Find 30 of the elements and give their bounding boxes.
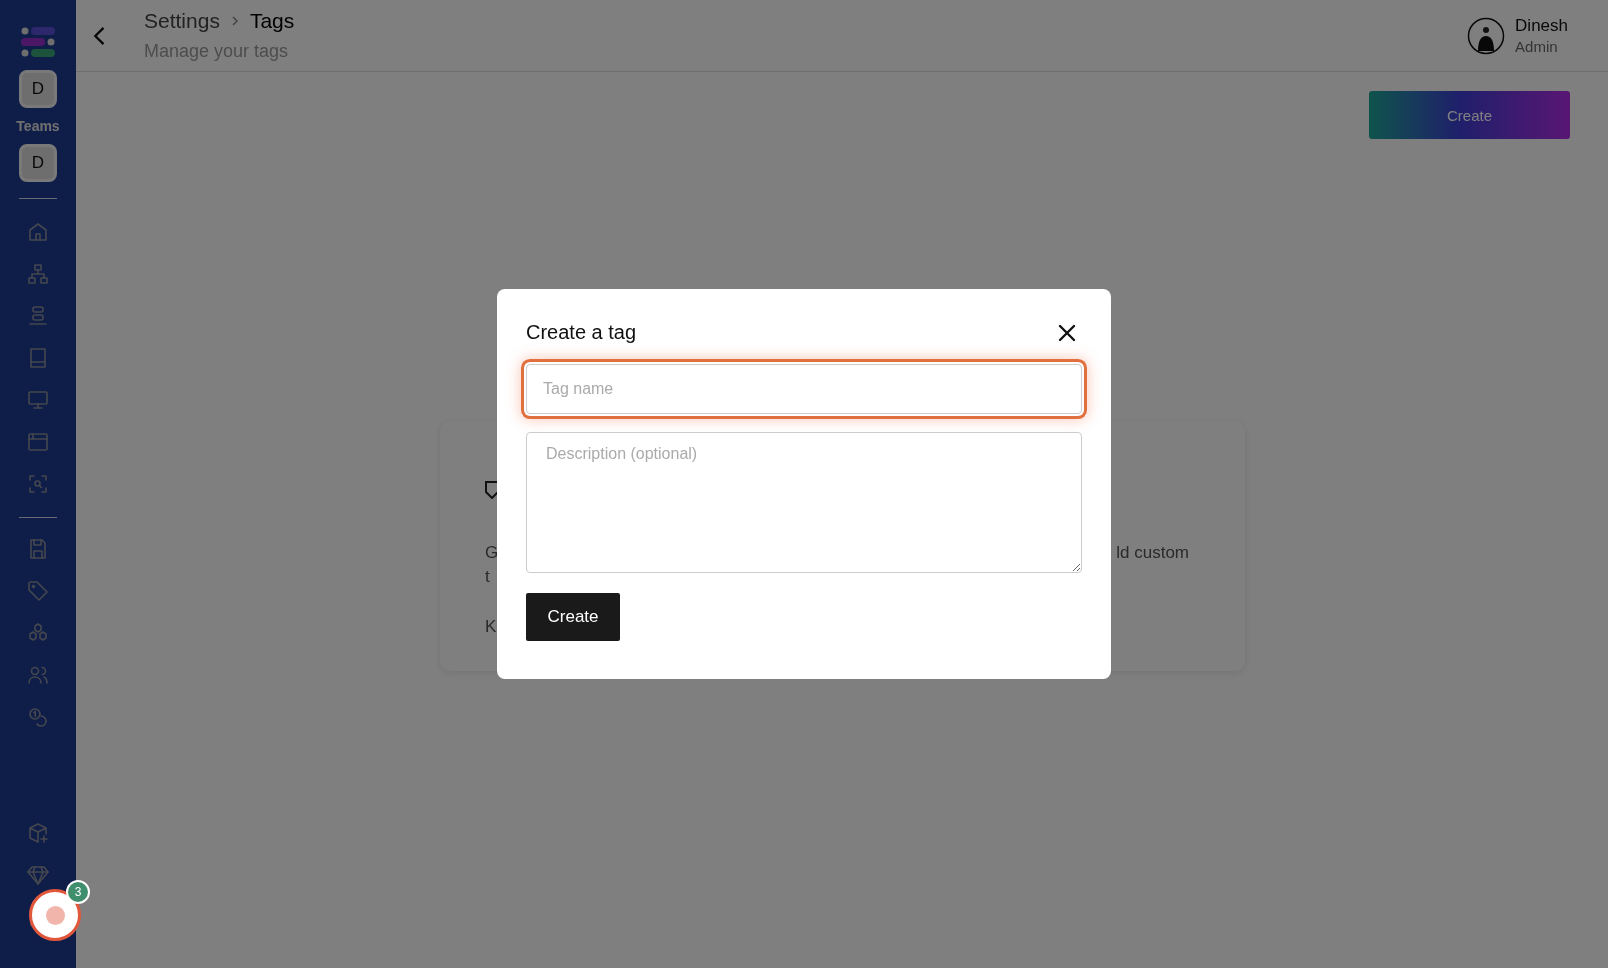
coins-icon[interactable]: [26, 705, 50, 729]
monitor-icon[interactable]: [26, 388, 50, 412]
tag-icon: [485, 481, 499, 499]
card-text: ld custom: [1116, 543, 1189, 563]
stack-icon[interactable]: [26, 304, 50, 328]
gem-icon[interactable]: [26, 863, 50, 887]
page-title: Tags: [249, 9, 295, 33]
dialog-title: Create a tag: [526, 321, 637, 344]
card-text: G: [485, 543, 499, 563]
card-text: K: [485, 617, 498, 637]
sitemap-icon[interactable]: [26, 262, 50, 286]
teams-label: Teams: [16, 118, 60, 134]
team-avatar[interactable]: D: [19, 144, 57, 182]
tag-name-field[interactable]: Tag name: [526, 364, 1082, 414]
home-icon[interactable]: [26, 220, 50, 244]
scan-search-icon[interactable]: [26, 472, 50, 496]
box-plus-icon[interactable]: [26, 821, 50, 845]
create-button[interactable]: Create: [1369, 91, 1570, 139]
browser-window-icon[interactable]: [26, 430, 50, 454]
user-name: Dinesh: [1515, 16, 1568, 36]
logo-icon[interactable]: [21, 26, 55, 58]
submit-button[interactable]: Create: [526, 593, 620, 641]
user-avatar[interactable]: [1467, 16, 1506, 55]
card-text: t: [485, 567, 491, 587]
team-avatar[interactable]: D: [19, 70, 57, 108]
description-field[interactable]: Description (optional): [526, 432, 1082, 573]
breadcrumb-link[interactable]: Settings: [144, 9, 220, 33]
tag-icon[interactable]: [26, 579, 50, 603]
notification-badge: 3: [66, 880, 90, 904]
user-role: Admin: [1515, 38, 1559, 55]
